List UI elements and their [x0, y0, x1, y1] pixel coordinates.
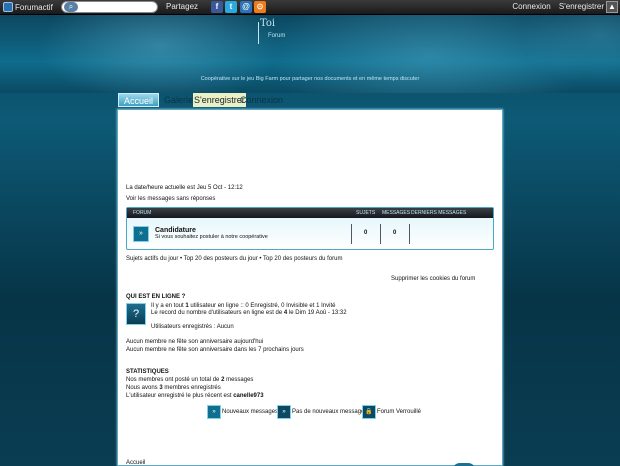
locked-forum-icon: 🔒	[362, 405, 376, 419]
new-posts-icon: »	[207, 405, 221, 419]
forum-table: FORUM SUJETS MESSAGES DERNIERS MESSAGES …	[126, 207, 494, 250]
forumactif-icon	[3, 2, 13, 12]
header-topics: SUJETS	[356, 210, 376, 216]
main-nav: Accueil Galerie S'enregistrer Connexion	[118, 93, 502, 107]
forum-table-header: FORUM SUJETS MESSAGES DERNIERS MESSAGES	[127, 208, 493, 218]
site-tagline: Coopérative sur le jeu Big Farm pour par…	[200, 76, 420, 82]
birthday-week: Aucun membre ne fête son anniversaire da…	[126, 347, 304, 353]
logo-text-1: Toi	[260, 18, 276, 29]
facebook-icon[interactable]: f	[211, 1, 223, 13]
header-last-posts: DERNIERS MESSAGES	[411, 210, 467, 216]
header-posts: MESSAGES	[382, 210, 411, 216]
nav-login[interactable]: Connexion	[239, 93, 284, 107]
forumactif-logo[interactable]: Forumactif	[3, 2, 53, 12]
register-link[interactable]: S'enregistrer	[559, 2, 604, 11]
stats-title: STATISTIQUES	[126, 369, 169, 375]
forum-posts-count: 0	[393, 230, 397, 236]
legend-no-new-posts: Pas de nouveaux messages	[292, 409, 368, 415]
stats-posts-line: Nos membres ont posté un total de 2 mess…	[126, 377, 254, 383]
account-links: Connexion S'enregistrer	[506, 2, 604, 11]
netvibes-icon[interactable]: @	[240, 1, 252, 13]
forum-new-posts-icon: »	[133, 226, 149, 242]
nav-gallery[interactable]: Galerie	[163, 93, 194, 107]
share-label: Partagez	[166, 2, 199, 11]
users-online-icon: ?	[126, 303, 146, 325]
header-forum: FORUM	[133, 210, 152, 216]
login-link[interactable]: Connexion	[512, 2, 550, 11]
forum-topics-count: 0	[364, 230, 368, 236]
logo-text-2: Forum	[268, 33, 286, 39]
birthday-today: Aucun membre ne fête son anniversaire au…	[126, 339, 264, 345]
column-divider	[409, 224, 410, 244]
newest-user-link[interactable]: canelle973	[233, 393, 263, 399]
forum-description: Si vous souhaitez postuler à notre coopé…	[155, 234, 268, 240]
unanswered-link[interactable]: Voir les messages sans réponses	[126, 196, 215, 202]
search-icon[interactable]: ⌕	[64, 2, 78, 12]
nav-home[interactable]: Accueil	[118, 93, 159, 107]
top-toolbar: Forumactif ⌕ Partagez f t @ ⊙ Connexion …	[0, 0, 620, 15]
forum-title[interactable]: Candidature	[155, 227, 196, 234]
top-posters-links[interactable]: Sujets actifs du jour • Top 20 des poste…	[126, 256, 342, 262]
footer-home-link[interactable]: Accueil	[126, 460, 145, 466]
twitter-icon[interactable]: t	[225, 1, 237, 13]
site-logo[interactable]: Toi Forum	[254, 18, 288, 46]
column-divider	[380, 224, 381, 244]
online-count-line: Il y a en tout 1 utilisateur en ligne ::…	[151, 303, 336, 309]
who-online-title: QUI EST EN LIGNE ?	[126, 294, 186, 300]
online-record-line: Le record du nombre d'utilisateurs en li…	[151, 310, 347, 316]
current-datetime: La date/heure actuelle est Jeu 5 Oct - 1…	[126, 185, 243, 191]
logo-bar	[258, 22, 259, 44]
legend-locked-forum: Forum Verrouillé	[377, 409, 422, 415]
column-divider	[351, 224, 352, 244]
search-input[interactable]: ⌕	[61, 1, 158, 13]
stats-members-line: Nous avons 3 membres enregistrés	[126, 385, 221, 391]
no-new-posts-icon: »	[277, 405, 291, 419]
nav-register[interactable]: S'enregistrer	[193, 93, 246, 107]
brand-label: Forumactif	[15, 2, 53, 12]
registered-users-line: Utilisateurs enregistrés : Aucun	[151, 324, 234, 330]
header-banner: Toi Forum Coopérative sur le jeu Big Far…	[0, 15, 620, 93]
rss-icon[interactable]: ⊙	[254, 1, 266, 13]
legend-new-posts: Nouveaux messages	[222, 409, 279, 415]
delete-cookies-link[interactable]: Supprimer les cookies du forum	[391, 276, 475, 282]
scroll-top-icon[interactable]: ▲	[606, 1, 618, 13]
stats-newest-line: L'utilisateur enregistré le plus récent …	[126, 393, 264, 399]
